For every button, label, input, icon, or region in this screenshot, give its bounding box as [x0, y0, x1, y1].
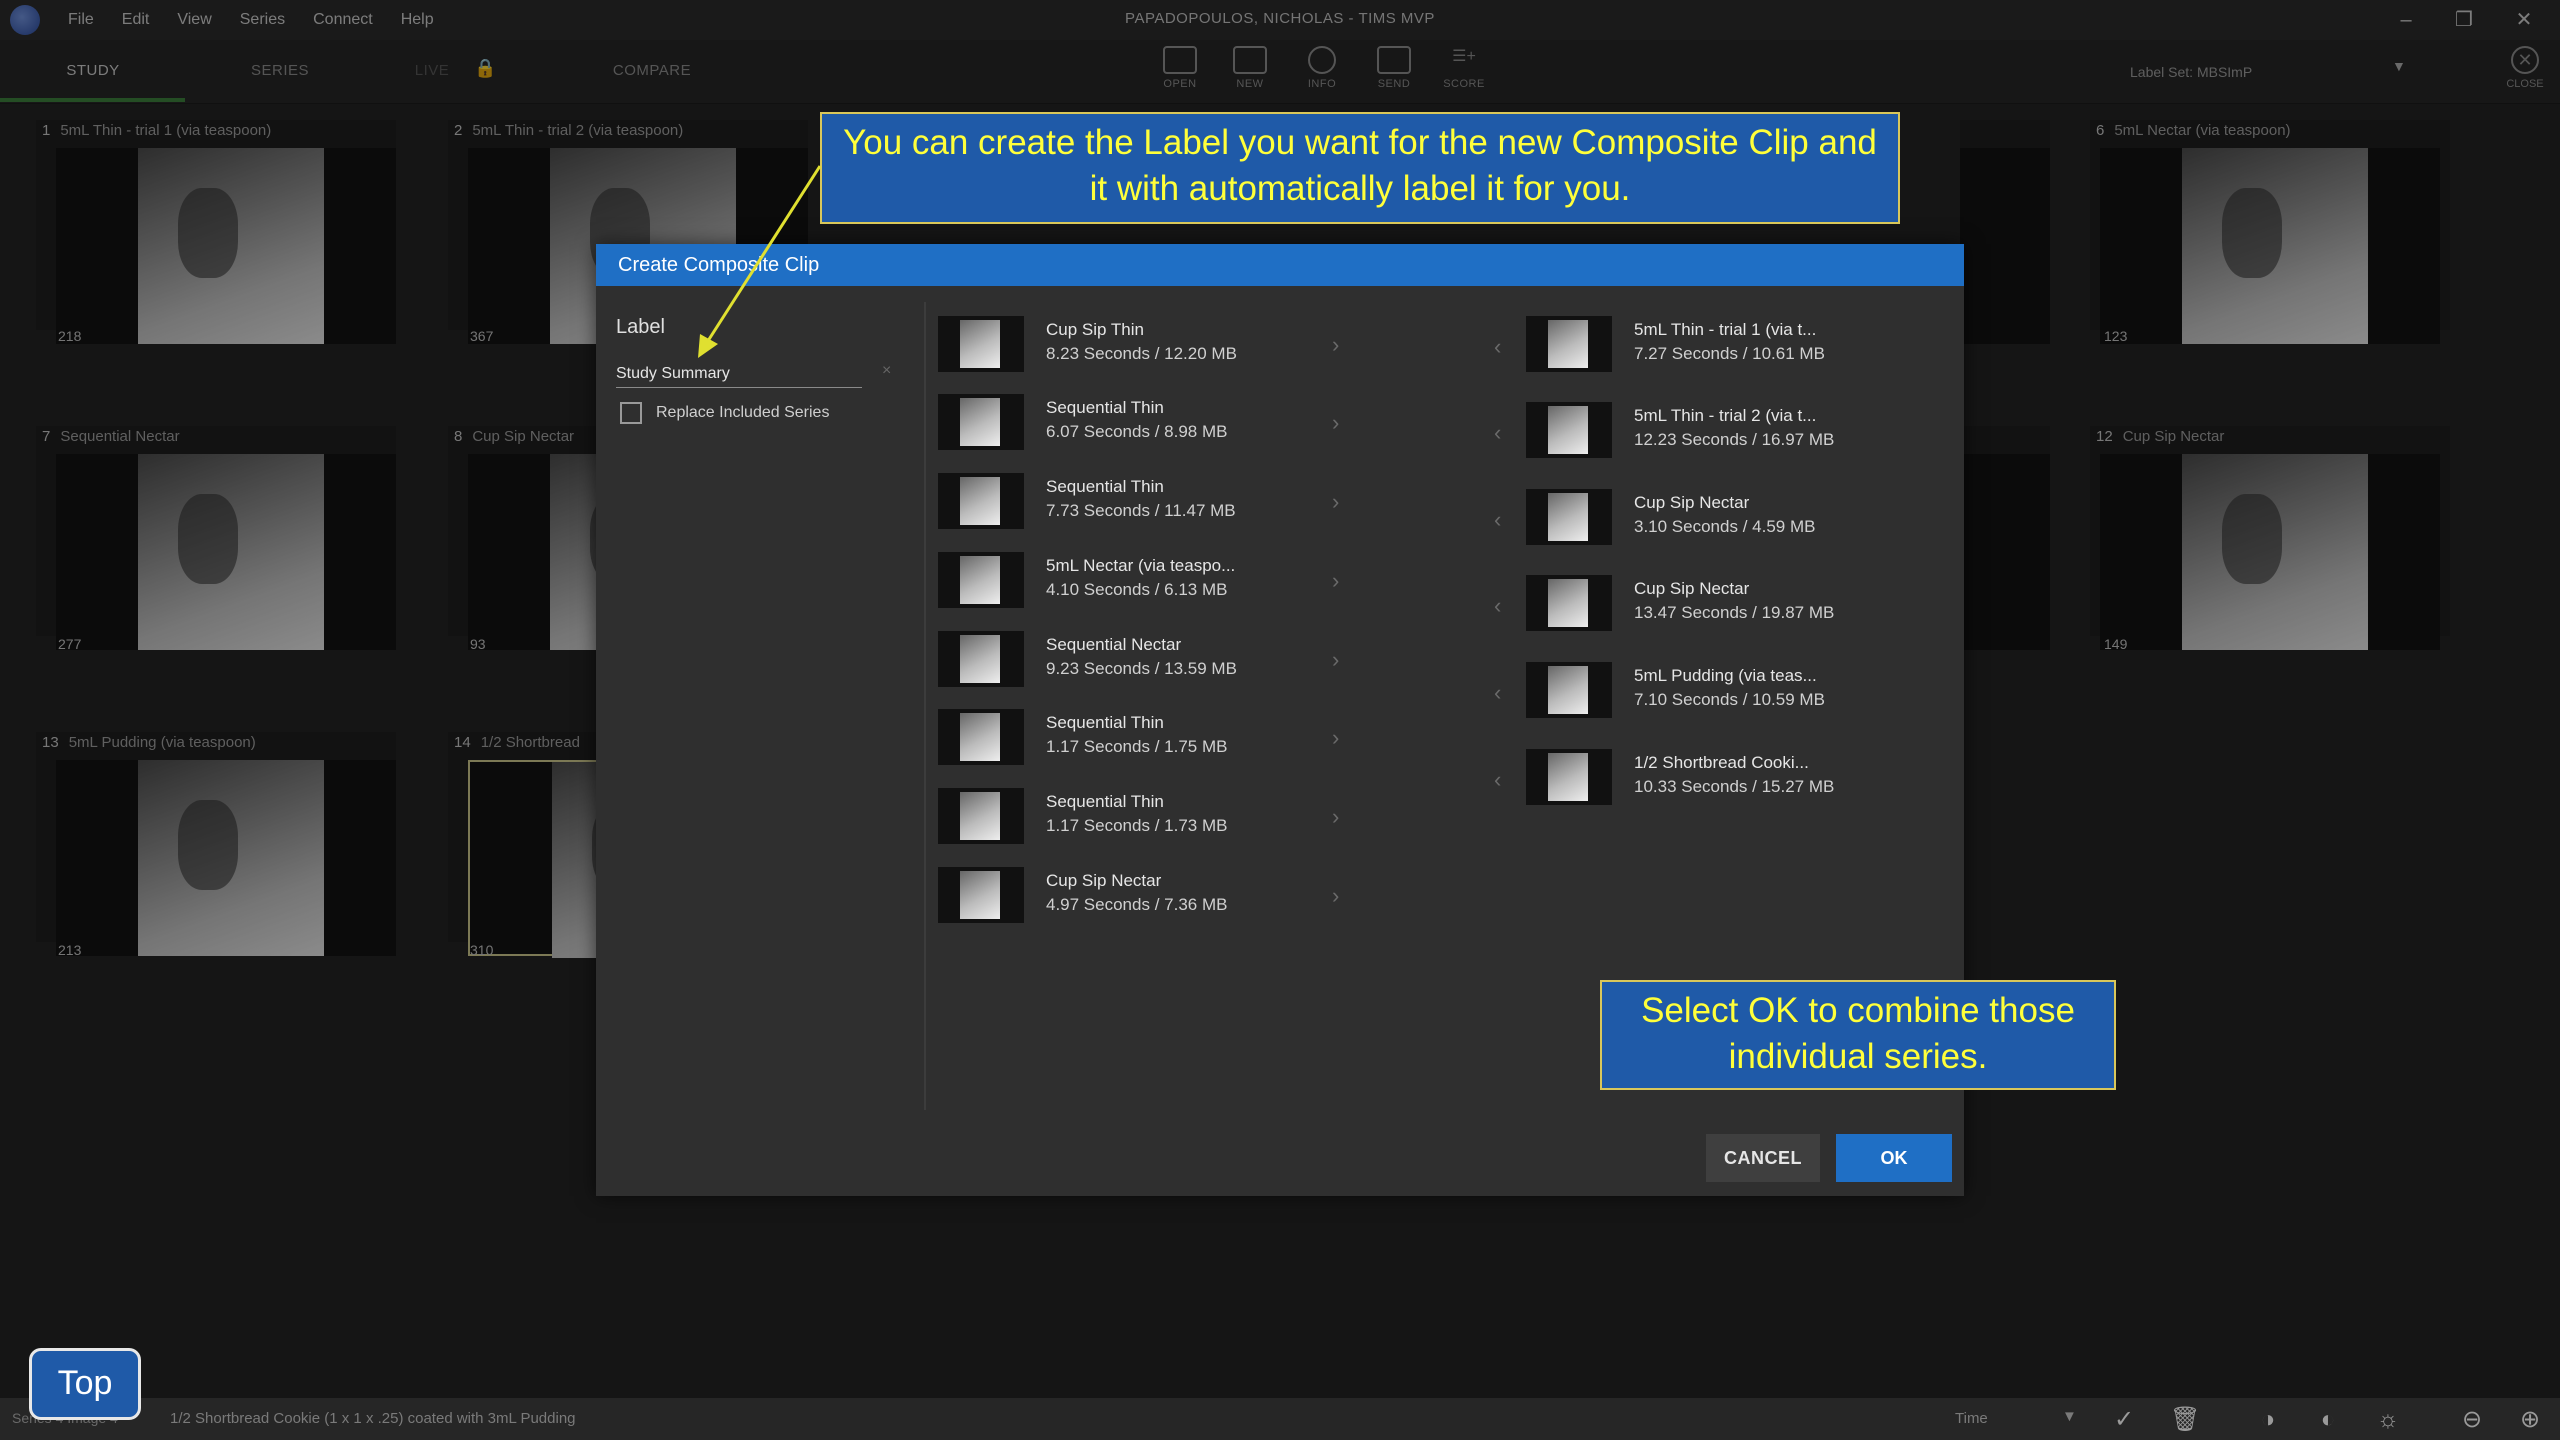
series-name: 5mL Thin - trial 1 (via t... — [1634, 320, 1817, 339]
clear-icon[interactable]: × — [882, 362, 891, 380]
chevron-right-icon[interactable]: › — [1332, 410, 1339, 436]
series-thumbnail — [938, 394, 1024, 450]
included-series-item[interactable]: ‹ Cup Sip Nectar 3.10 Seconds / 4.59 MB — [1494, 489, 1946, 549]
series-thumbnail — [1526, 575, 1612, 631]
chevron-left-icon[interactable]: ‹ — [1494, 420, 1501, 446]
series-thumbnail — [938, 473, 1024, 529]
brightness-icon[interactable]: ☼ — [2374, 1406, 2402, 1434]
series-name: Sequential Thin — [1046, 398, 1164, 417]
series-meta: 8.23 Seconds / 12.20 MB — [1046, 344, 1237, 363]
series-meta: 7.10 Seconds / 10.59 MB — [1634, 690, 1825, 709]
chevron-right-icon[interactable]: › — [1332, 568, 1339, 594]
series-thumbnail — [1526, 662, 1612, 718]
series-thumbnail — [938, 709, 1024, 765]
series-name: 1/2 Shortbread Cooki... — [1634, 753, 1809, 772]
series-meta: 9.23 Seconds / 13.59 MB — [1046, 659, 1237, 678]
series-meta: 3.10 Seconds / 4.59 MB — [1634, 517, 1816, 536]
cancel-button[interactable]: CANCEL — [1706, 1134, 1820, 1182]
series-name: Cup Sip Thin — [1046, 320, 1144, 339]
series-thumbnail — [1526, 402, 1612, 458]
included-series-item[interactable]: ‹ Cup Sip Nectar 13.47 Seconds / 19.87 M… — [1494, 575, 1946, 635]
dialog-divider — [924, 302, 926, 1110]
contrast-icon[interactable]: ◐ — [2314, 1406, 2342, 1434]
included-series-item[interactable]: ‹ 5mL Pudding (via teas... 7.10 Seconds … — [1494, 662, 1946, 722]
chevron-left-icon[interactable]: ‹ — [1494, 334, 1501, 360]
chevron-left-icon[interactable]: ‹ — [1494, 507, 1501, 533]
app-window: File Edit View Series Connect Help PAPAD… — [0, 0, 2560, 1440]
series-meta: 4.97 Seconds / 7.36 MB — [1046, 895, 1228, 914]
series-thumbnail — [1526, 489, 1612, 545]
series-name: Cup Sip Nectar — [1634, 579, 1750, 598]
series-name: Sequential Nectar — [1046, 635, 1182, 654]
available-series-item[interactable]: 5mL Nectar (via teaspo... 4.10 Seconds /… — [938, 552, 1358, 612]
series-name: 5mL Thin - trial 2 (via t... — [1634, 406, 1817, 425]
check-icon[interactable]: ✓ — [2110, 1406, 2138, 1434]
series-meta: 6.07 Seconds / 8.98 MB — [1046, 422, 1228, 441]
label-tip-callout: You can create the Label you want for th… — [820, 112, 1900, 224]
series-name: 5mL Pudding (via teas... — [1634, 666, 1817, 685]
zoom-out-icon[interactable]: ⊖ — [2458, 1406, 2486, 1434]
available-series-item[interactable]: Sequential Thin 1.17 Seconds / 1.73 MB › — [938, 788, 1358, 848]
chevron-right-icon[interactable]: › — [1332, 725, 1339, 751]
time-label: Time — [1955, 1410, 1988, 1427]
label-heading: Label — [616, 316, 665, 338]
available-series-item[interactable]: Cup Sip Thin 8.23 Seconds / 12.20 MB › — [938, 316, 1358, 376]
available-series-item[interactable]: Sequential Thin 7.73 Seconds / 11.47 MB … — [938, 473, 1358, 533]
included-series-item[interactable]: ‹ 5mL Thin - trial 1 (via t... 7.27 Seco… — [1494, 316, 1946, 376]
available-series-item[interactable]: Cup Sip Nectar 4.97 Seconds / 7.36 MB › — [938, 867, 1358, 927]
chevron-left-icon[interactable]: ‹ — [1494, 767, 1501, 793]
replace-series-checkbox[interactable] — [620, 402, 642, 424]
status-description: 1/2 Shortbread Cookie (1 x 1 x .25) coat… — [170, 1410, 576, 1427]
chevron-right-icon[interactable]: › — [1332, 804, 1339, 830]
chevron-right-icon[interactable]: › — [1332, 647, 1339, 673]
included-series-item[interactable]: ‹ 5mL Thin - trial 2 (via t... 12.23 Sec… — [1494, 402, 1946, 462]
series-thumbnail — [1526, 316, 1612, 372]
dialog-title: Create Composite Clip — [618, 254, 820, 276]
series-thumbnail — [938, 788, 1024, 844]
ok-button[interactable]: OK — [1836, 1134, 1952, 1182]
replace-series-label: Replace Included Series — [656, 404, 830, 421]
series-thumbnail — [938, 867, 1024, 923]
series-name: Cup Sip Nectar — [1046, 871, 1162, 890]
series-name: Sequential Thin — [1046, 792, 1164, 811]
series-meta: 1.17 Seconds / 1.75 MB — [1046, 737, 1228, 756]
ok-tip-callout: Select OK to combine those individual se… — [1600, 980, 2116, 1090]
series-thumbnail — [938, 316, 1024, 372]
series-meta: 4.10 Seconds / 6.13 MB — [1046, 580, 1228, 599]
included-series-item[interactable]: ‹ 1/2 Shortbread Cooki... 10.33 Seconds … — [1494, 749, 1946, 809]
series-meta: 13.47 Seconds / 19.87 MB — [1634, 603, 1835, 622]
series-thumbnail — [1526, 749, 1612, 805]
series-name: Cup Sip Nectar — [1634, 493, 1750, 512]
available-series-item[interactable]: Sequential Nectar 9.23 Seconds / 13.59 M… — [938, 631, 1358, 691]
series-thumbnail — [938, 631, 1024, 687]
status-bar: Series 4 Image 4 1/2 Shortbread Cookie (… — [0, 1398, 2560, 1440]
series-meta: 7.27 Seconds / 10.61 MB — [1634, 344, 1825, 363]
dialog-header: Create Composite Clip — [596, 244, 1964, 286]
chevron-left-icon[interactable]: ‹ — [1494, 593, 1501, 619]
series-meta: 10.33 Seconds / 15.27 MB — [1634, 777, 1835, 796]
series-meta: 1.17 Seconds / 1.73 MB — [1046, 816, 1228, 835]
top-button[interactable]: Top — [29, 1348, 141, 1420]
invert-icon[interactable]: ◑ — [2254, 1406, 2282, 1434]
chevron-down-icon[interactable]: ▼ — [2062, 1408, 2077, 1425]
chevron-left-icon[interactable]: ‹ — [1494, 680, 1501, 706]
series-name: Sequential Thin — [1046, 713, 1164, 732]
trash-icon[interactable]: 🗑 — [2170, 1406, 2200, 1434]
series-meta: 7.73 Seconds / 11.47 MB — [1046, 501, 1236, 520]
chevron-right-icon[interactable]: › — [1332, 332, 1339, 358]
series-name: 5mL Nectar (via teaspo... — [1046, 556, 1236, 575]
series-thumbnail — [938, 552, 1024, 608]
series-meta: 12.23 Seconds / 16.97 MB — [1634, 430, 1835, 449]
zoom-in-icon[interactable]: ⊕ — [2516, 1406, 2544, 1434]
series-name: Sequential Thin — [1046, 477, 1164, 496]
label-input[interactable] — [616, 360, 862, 388]
available-series-item[interactable]: Sequential Thin 6.07 Seconds / 8.98 MB › — [938, 394, 1358, 454]
chevron-right-icon[interactable]: › — [1332, 883, 1339, 909]
available-series-item[interactable]: Sequential Thin 1.17 Seconds / 1.75 MB › — [938, 709, 1358, 769]
chevron-right-icon[interactable]: › — [1332, 489, 1339, 515]
